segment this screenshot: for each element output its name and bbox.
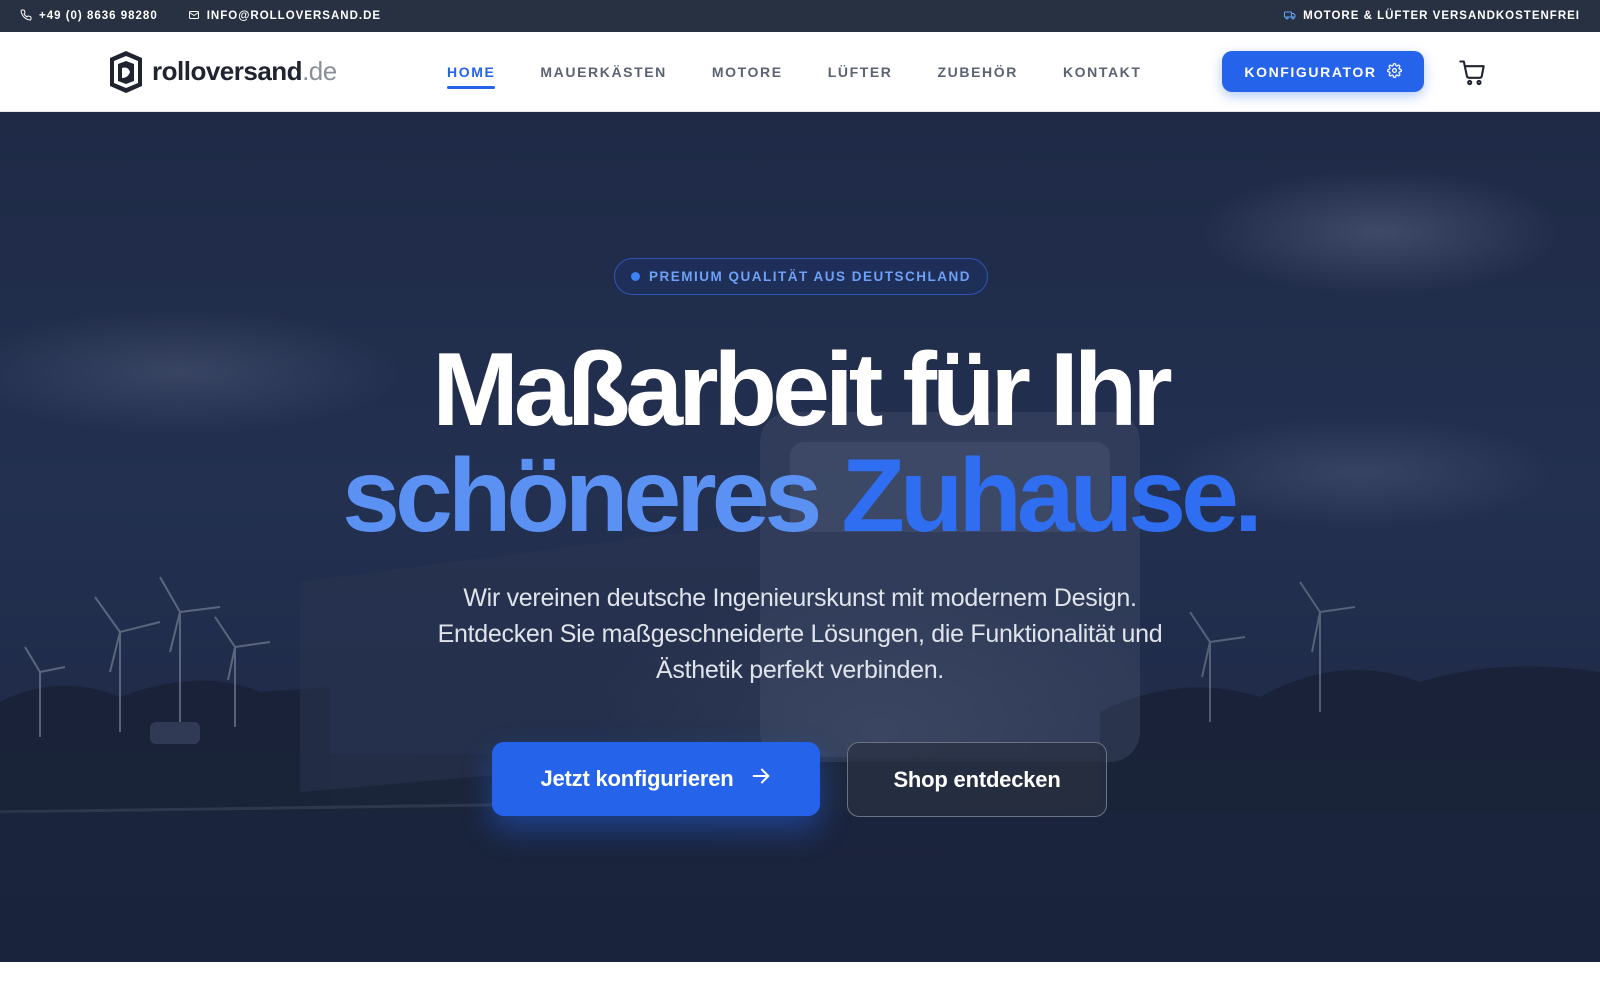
truck-icon xyxy=(1284,9,1296,24)
discover-shop-button[interactable]: Shop entdecken xyxy=(847,742,1107,817)
nav-item-mauerkaesten[interactable]: MAUERKÄSTEN xyxy=(540,64,667,80)
phone-link[interactable]: +49 (0) 8636 98280 xyxy=(20,8,158,24)
hero-section: PREMIUM QUALITÄT AUS DEUTSCHLAND Maßarbe… xyxy=(0,112,1600,962)
main-navbar: rolloversand.de HOME MAUERKÄSTEN MOTORE … xyxy=(0,32,1600,112)
badge-text: PREMIUM QUALITÄT AUS DEUTSCHLAND xyxy=(649,269,971,284)
configurator-button[interactable]: KONFIGURATOR xyxy=(1222,51,1424,92)
nav-item-kontakt[interactable]: KONTAKT xyxy=(1063,64,1142,80)
site-logo[interactable]: rolloversand.de xyxy=(106,48,337,94)
configure-now-button[interactable]: Jetzt konfigurieren xyxy=(492,742,820,816)
phone-icon xyxy=(20,8,32,24)
shipping-text: MOTORE & LÜFTER VERSANDKOSTENFREI xyxy=(1303,10,1580,22)
contact-info: +49 (0) 8636 98280 INFO@ROLLOVERSAND.DE xyxy=(20,8,381,24)
configurator-button-label: KONFIGURATOR xyxy=(1244,63,1377,80)
badge-dot-icon xyxy=(631,272,640,281)
hero-headline-line2: schöneres Zuhause. xyxy=(0,444,1600,548)
top-info-bar: +49 (0) 8636 98280 INFO@ROLLOVERSAND.DE … xyxy=(0,0,1600,32)
hero-description-line3: Ästhetik perfekt verbinden. xyxy=(656,656,944,684)
hero-description: Wir vereinen deutsche Ingenieurskunst mi… xyxy=(340,580,1260,688)
arrow-right-icon xyxy=(750,765,772,793)
cart-icon[interactable] xyxy=(1458,58,1486,86)
email-address: INFO@ROLLOVERSAND.DE xyxy=(206,10,382,22)
nav-item-home[interactable]: HOME xyxy=(447,64,496,89)
nav-item-zubehoer[interactable]: ZUBEHÖR xyxy=(938,64,1018,80)
logo-name: rolloversand xyxy=(152,55,303,86)
configure-now-label: Jetzt konfigurieren xyxy=(540,766,734,791)
logo-tld: .de xyxy=(302,55,337,86)
hero-description-line2: Entdecken Sie maßgeschneiderte Lösungen,… xyxy=(437,620,1163,648)
hero-headline-line1: Maßarbeit für Ihr xyxy=(432,332,1173,448)
hero-description-line1: Wir vereinen deutsche Ingenieurskunst mi… xyxy=(463,584,1137,612)
logo-box-icon xyxy=(110,51,142,93)
nav-menu: HOME MAUERKÄSTEN MOTORE LÜFTER ZUBEHÖR K… xyxy=(447,32,1187,112)
page: +49 (0) 8636 98280 INFO@ROLLOVERSAND.DE … xyxy=(0,0,1600,1000)
phone-number: +49 (0) 8636 98280 xyxy=(39,10,158,22)
gear-icon xyxy=(1386,62,1402,81)
logo-wordmark: rolloversand.de xyxy=(152,56,337,87)
hero-headline-word-schoeneres: schöneres xyxy=(342,438,822,554)
premium-badge: PREMIUM QUALITÄT AUS DEUTSCHLAND xyxy=(614,258,988,295)
email-link[interactable]: INFO@ROLLOVERSAND.DE xyxy=(188,9,381,24)
nav-item-motore[interactable]: MOTORE xyxy=(712,64,783,80)
shipping-notice: MOTORE & LÜFTER VERSANDKOSTENFREI xyxy=(1284,9,1580,24)
mail-icon xyxy=(188,9,200,24)
nav-item-luefter[interactable]: LÜFTER xyxy=(828,64,893,80)
discover-shop-label: Shop entdecken xyxy=(893,766,1061,792)
hero-headline-word-zuhause: Zuhause. xyxy=(841,438,1263,554)
